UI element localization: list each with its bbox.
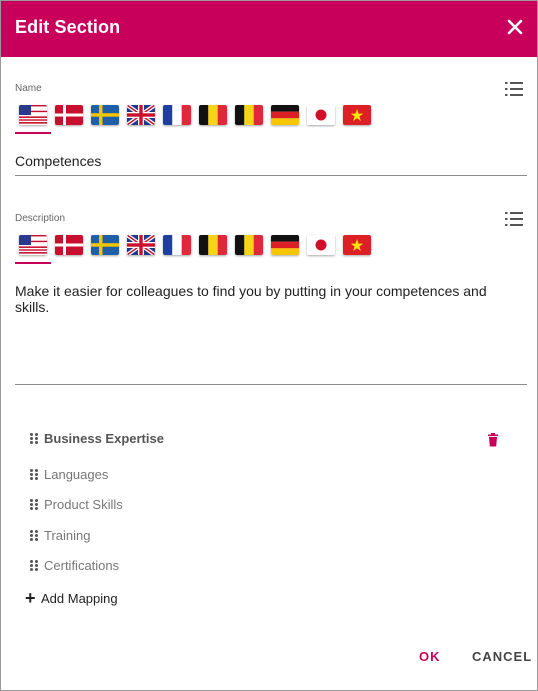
mapping-label: Certifications (44, 558, 120, 573)
flag-dk-icon[interactable] (55, 105, 83, 125)
close-icon (507, 19, 523, 35)
drag-handle-icon[interactable] (29, 432, 39, 446)
add-mapping-label: Add Mapping (41, 591, 118, 606)
list-item[interactable]: Business Expertise (25, 429, 505, 451)
flag-uk-icon[interactable] (127, 105, 155, 125)
flag-jp-icon[interactable] (307, 235, 335, 255)
flag-us-icon[interactable] (19, 235, 47, 255)
mapping-label: Business Expertise (44, 431, 164, 446)
edit-section-dialog: Edit Section Name Competences Descriptio… (0, 0, 538, 691)
list-item[interactable]: Product Skills (25, 495, 505, 517)
drag-handle-icon[interactable] (29, 529, 39, 543)
description-textarea-underline (15, 384, 527, 385)
description-label: Description (15, 213, 66, 224)
ok-button[interactable]: OK (419, 649, 441, 664)
description-language-flags (15, 235, 415, 275)
mapping-label: Languages (44, 467, 109, 482)
description-textarea[interactable]: Make it easier for colleagues to find yo… (15, 283, 511, 315)
drag-handle-icon[interactable] (29, 498, 39, 512)
plus-icon: + (25, 588, 36, 608)
name-languages-button[interactable] (504, 80, 526, 98)
flag-be-icon[interactable] (199, 105, 227, 125)
flag-dk-icon[interactable] (55, 235, 83, 255)
flag-fr-icon[interactable] (163, 235, 191, 255)
list-item[interactable]: Training (25, 526, 505, 548)
flag-se-icon[interactable] (91, 105, 119, 125)
flag-fr-icon[interactable] (163, 105, 191, 125)
mapping-label: Product Skills (44, 497, 123, 512)
selected-language-indicator (15, 262, 51, 264)
name-language-flags (15, 105, 415, 145)
list-icon (505, 82, 523, 96)
flag-be-icon[interactable] (235, 235, 263, 255)
flag-jp-icon[interactable] (307, 105, 335, 125)
flag-de-icon[interactable] (271, 235, 299, 255)
selected-language-indicator (15, 132, 51, 134)
delete-mapping-button[interactable] (487, 433, 499, 447)
trash-icon (488, 433, 498, 447)
flag-se-icon[interactable] (91, 235, 119, 255)
dialog-header: Edit Section (1, 1, 537, 57)
description-languages-button[interactable] (504, 210, 526, 228)
name-input-underline (15, 175, 527, 176)
cancel-button[interactable]: CANCEL (472, 649, 532, 664)
name-label: Name (15, 83, 42, 94)
flag-be-icon[interactable] (199, 235, 227, 255)
flag-be-icon[interactable] (235, 105, 263, 125)
list-icon (505, 212, 523, 226)
flag-uk-icon[interactable] (127, 235, 155, 255)
mapping-label: Training (44, 528, 91, 543)
close-button[interactable] (501, 13, 529, 41)
list-item[interactable]: Certifications (25, 556, 505, 578)
dialog-title: Edit Section (15, 17, 121, 37)
name-input[interactable]: Competences (15, 153, 101, 169)
flag-de-icon[interactable] (271, 105, 299, 125)
drag-handle-icon[interactable] (29, 468, 39, 482)
flag-vn-icon[interactable] (343, 235, 371, 255)
flag-vn-icon[interactable] (343, 105, 371, 125)
flag-us-icon[interactable] (19, 105, 47, 125)
drag-handle-icon[interactable] (29, 559, 39, 573)
list-item[interactable]: Languages (25, 465, 505, 487)
